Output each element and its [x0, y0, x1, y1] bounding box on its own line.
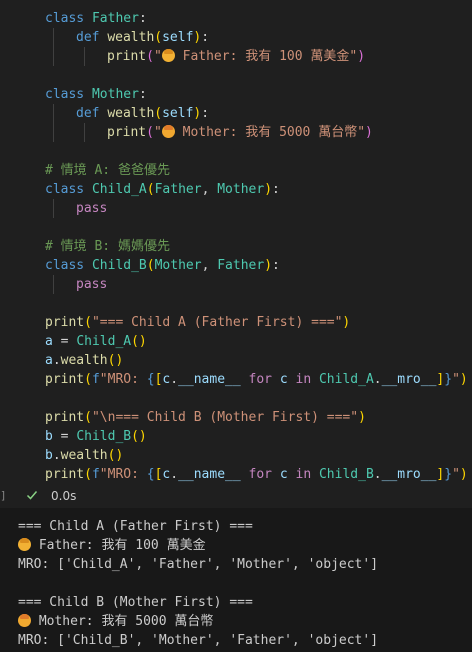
indent-guide [53, 275, 54, 294]
code-line: pass [76, 201, 108, 216]
code-line: pass [76, 277, 108, 292]
output-line: === Child A (Father First) === [18, 519, 253, 534]
cell-output: === Child A (Father First) === Father: 我… [0, 508, 472, 652]
cell-bracket: ] [0, 489, 7, 502]
output-line: MRO: ['Child_A', 'Father', 'Mother', 'ob… [18, 557, 379, 572]
code-line: a = Child_A() [45, 334, 147, 349]
indent-guide [53, 104, 54, 142]
code-line: print(" Mother: 我有 5000 萬台幣") [107, 125, 373, 140]
indent-guide [53, 28, 54, 66]
code-cell[interactable]: class Father: def wealth(self): print(" … [8, 0, 472, 484]
code-line: def wealth(self): [76, 30, 210, 45]
check-icon [26, 491, 38, 500]
code-line: print(f"MRO: {[c.__name__ for c in Child… [45, 467, 468, 482]
code-line: print(f"MRO: {[c.__name__ for c in Child… [45, 372, 468, 387]
indent-guide [84, 47, 85, 66]
code-line: class Child_B(Mother, Father): [45, 258, 280, 273]
code-line: print(" Father: 我有 100 萬美金") [107, 49, 366, 64]
code-comment: # 情境 A: 爸爸優先 [45, 163, 170, 178]
older-woman-emoji-icon [18, 614, 31, 627]
output-line: Father: 我有 100 萬美金 [18, 536, 206, 555]
output-line: === Child B (Mother First) === [18, 595, 253, 610]
output-line: MRO: ['Child_B', 'Mother', 'Father', 'ob… [18, 633, 379, 648]
indent-guide [53, 199, 54, 218]
execution-time: 0.0s [51, 489, 77, 503]
indent-guide [84, 123, 85, 142]
code-line: print("=== Child A (Father First) ===") [45, 315, 351, 330]
code-line: class Child_A(Father, Mother): [45, 182, 280, 197]
code-line: b = Child_B() [45, 429, 147, 444]
code-line: class Mother: [45, 87, 147, 102]
code-line: class Father: [45, 11, 147, 26]
older-man-emoji-icon [161, 49, 175, 62]
code-line: print("\n=== Child B (Mother First) ==="… [45, 410, 366, 425]
code-line: def wealth(self): [76, 106, 210, 121]
cell-execution-status: ] 0.0s [0, 484, 472, 508]
output-line: Mother: 我有 5000 萬台幣 [18, 612, 213, 631]
code-line: b.wealth() [45, 448, 124, 463]
older-woman-emoji-icon [161, 125, 175, 138]
code-comment: # 情境 B: 媽媽優先 [45, 239, 170, 254]
older-man-emoji-icon [18, 538, 31, 551]
code-line: a.wealth() [45, 353, 124, 368]
